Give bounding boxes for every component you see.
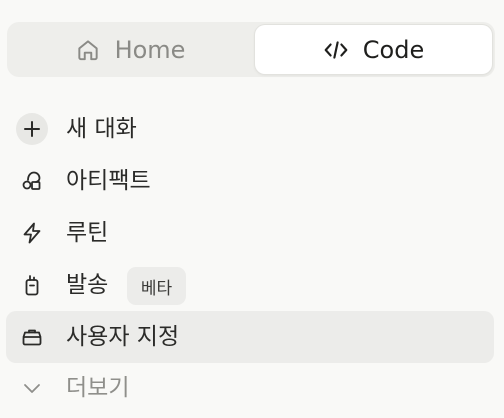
plus-icon bbox=[16, 113, 48, 145]
menu-item-artifacts[interactable]: 아티팩트 bbox=[6, 155, 494, 207]
tab-home[interactable]: Home bbox=[10, 25, 250, 74]
mode-switch: Home Code bbox=[7, 22, 495, 77]
lightning-icon bbox=[16, 217, 48, 249]
walkie-talkie-icon bbox=[16, 269, 48, 301]
menu-item-label: 아티팩트 bbox=[66, 168, 151, 194]
menu-item-label: 루틴 bbox=[66, 220, 109, 246]
menu-item-new-chat[interactable]: 새 대화 bbox=[6, 103, 494, 155]
briefcase-icon bbox=[16, 321, 48, 353]
tab-code[interactable]: Code bbox=[255, 25, 492, 74]
home-icon bbox=[75, 37, 101, 63]
code-brackets-icon bbox=[323, 37, 349, 63]
menu-item-dispatch[interactable]: 발송 베타 bbox=[6, 259, 494, 311]
menu-item-customize[interactable]: 사용자 지정 bbox=[6, 311, 494, 363]
menu-item-label: 새 대화 bbox=[66, 116, 137, 142]
chevron-down-icon bbox=[16, 372, 48, 404]
tab-home-label: Home bbox=[114, 35, 186, 64]
beta-badge: 베타 bbox=[127, 267, 186, 305]
menu-item-more[interactable]: 더보기 bbox=[6, 362, 494, 414]
menu-item-label: 발송 bbox=[66, 272, 109, 298]
artifacts-icon bbox=[16, 165, 48, 197]
menu-item-routines[interactable]: 루틴 bbox=[6, 207, 494, 259]
menu-item-label: 사용자 지정 bbox=[66, 324, 180, 350]
tab-code-label: Code bbox=[362, 35, 425, 64]
menu-item-label: 더보기 bbox=[66, 375, 130, 401]
